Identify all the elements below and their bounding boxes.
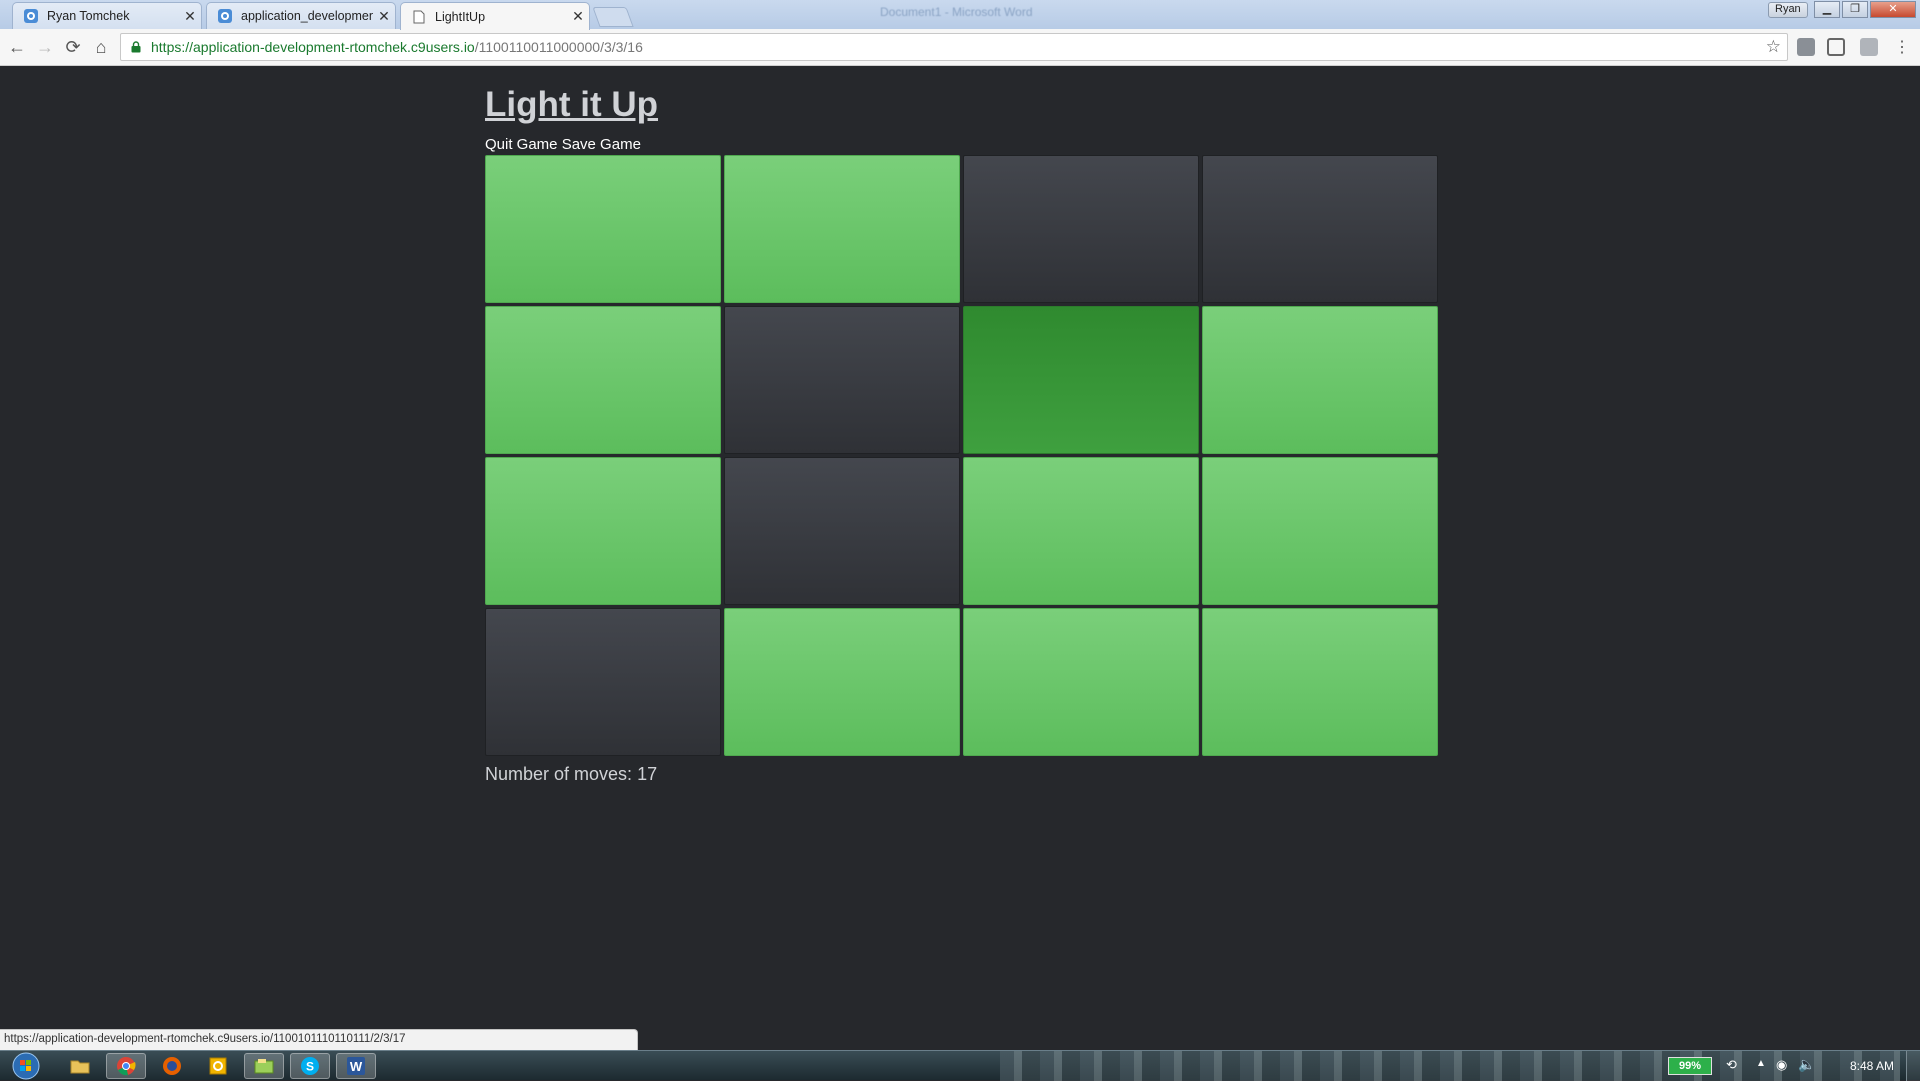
svg-text:S: S — [306, 1060, 314, 1074]
light-cell-r3-c2[interactable] — [724, 457, 960, 605]
game-controls: Quit Game Save Game — [485, 136, 641, 153]
moves-label: Number of moves: — [485, 764, 638, 784]
sync-icon[interactable]: ⟲ — [1726, 1057, 1737, 1073]
tab-lightitup[interactable]: LightItUp ✕ — [400, 2, 590, 30]
light-cell-r1-c2[interactable] — [724, 155, 960, 303]
browser-tabstrip: Document1 - Microsoft Word Ryan Tomchek … — [0, 0, 1920, 30]
system-tray: 99% ⟲ ▲ ◉ 🔈 8:48 AM — [1660, 1051, 1920, 1081]
light-cell-r1-c3[interactable] — [963, 155, 1199, 303]
cloud9-icon — [23, 8, 39, 24]
close-window-button[interactable]: ✕ — [1870, 1, 1916, 18]
light-cell-r3-c3[interactable] — [963, 457, 1199, 605]
tab-label: Ryan Tomchek — [47, 9, 130, 23]
address-bar[interactable]: https://application-development-rtomchek… — [120, 33, 1788, 61]
light-cell-r4-c3[interactable] — [963, 608, 1199, 756]
extension-icon[interactable] — [1797, 38, 1815, 56]
tab-application-development[interactable]: application_developmen ✕ — [206, 2, 396, 29]
browser-toolbar: ← → ⟳ ⌂ https://application-development-… — [0, 29, 1920, 66]
new-tab-button[interactable] — [592, 7, 634, 27]
light-cell-r2-c3[interactable] — [963, 306, 1199, 454]
lock-icon — [125, 41, 147, 53]
file-manager-icon[interactable] — [244, 1053, 284, 1079]
bookmark-star-icon[interactable]: ☆ — [1766, 37, 1781, 57]
back-icon[interactable]: ← — [5, 35, 29, 59]
tab-ryan-tomchek[interactable]: Ryan Tomchek ✕ — [12, 2, 202, 29]
game-board — [485, 155, 1438, 756]
light-cell-r3-c4[interactable] — [1202, 457, 1438, 605]
save-game-link[interactable]: Save Game — [562, 136, 641, 153]
start-button[interactable] — [8, 1051, 44, 1081]
windows-explorer-icon[interactable] — [60, 1053, 100, 1079]
close-tab-icon[interactable]: ✕ — [373, 8, 395, 25]
windows-logo-icon — [12, 1052, 40, 1080]
page-icon — [411, 9, 427, 25]
light-cell-r4-c4[interactable] — [1202, 608, 1438, 756]
restore-button[interactable]: ❐ — [1842, 1, 1868, 18]
light-cell-r4-c2[interactable] — [724, 608, 960, 756]
url-path: /1100110011000000/3/3/16 — [474, 39, 643, 55]
close-tab-icon[interactable]: ✕ — [567, 8, 589, 25]
battery-indicator[interactable]: 99% — [1668, 1057, 1712, 1075]
reload-icon[interactable]: ⟳ — [61, 35, 85, 59]
tab-label: application_developmen — [241, 9, 373, 23]
url-host: https://application-development-rtomchek… — [151, 39, 475, 55]
link-status-bubble: https://application-development-rtomchek… — [0, 1029, 638, 1050]
light-cell-r2-c2[interactable] — [724, 306, 960, 454]
light-cell-r2-c4[interactable] — [1202, 306, 1438, 454]
skype-icon[interactable]: S — [290, 1053, 330, 1079]
profile-button[interactable]: Ryan — [1768, 2, 1808, 18]
moves-counter: Number of moves: 17 — [485, 764, 657, 785]
close-tab-icon[interactable]: ✕ — [179, 8, 201, 25]
light-cell-r1-c1[interactable] — [485, 155, 721, 303]
menu-icon[interactable]: ⋮ — [1890, 35, 1914, 59]
extension-icon[interactable] — [1860, 38, 1878, 56]
cast-icon[interactable] — [1827, 38, 1845, 56]
light-cell-r1-c4[interactable] — [1202, 155, 1438, 303]
page-content: Light it Up Quit Game Save Game Number o… — [0, 66, 1920, 1050]
quit-game-link[interactable]: Quit Game — [485, 136, 558, 153]
moves-value: 17 — [637, 764, 658, 784]
network-icon[interactable]: ◉ — [1776, 1057, 1787, 1073]
word-icon[interactable]: W — [336, 1053, 376, 1079]
background-window-title: Document1 - Microsoft Word — [880, 5, 1033, 19]
svg-text:W: W — [350, 1059, 363, 1074]
home-icon[interactable]: ⌂ — [89, 35, 113, 59]
game-title-link[interactable]: Light it Up — [485, 85, 658, 125]
show-hidden-icons-icon[interactable]: ▲ — [1756, 1058, 1766, 1069]
chrome-icon[interactable] — [106, 1053, 146, 1079]
minimize-button[interactable]: ▁ — [1814, 1, 1840, 18]
light-cell-r3-c1[interactable] — [485, 457, 721, 605]
clock[interactable]: 8:48 AM — [1850, 1059, 1894, 1073]
firefox-icon[interactable] — [152, 1053, 192, 1079]
show-desktop-button[interactable] — [1906, 1051, 1920, 1081]
forward-icon[interactable]: → — [33, 35, 57, 59]
taskbar: S W 99% ⟲ ▲ ◉ 🔈 8:48 AM — [0, 1050, 1920, 1081]
outlook-icon[interactable] — [198, 1053, 238, 1079]
volume-icon[interactable]: 🔈 — [1798, 1056, 1815, 1073]
tab-label: LightItUp — [435, 9, 486, 24]
light-cell-r2-c1[interactable] — [485, 306, 721, 454]
cloud9-icon — [217, 8, 233, 24]
light-cell-r4-c1[interactable] — [485, 608, 721, 756]
